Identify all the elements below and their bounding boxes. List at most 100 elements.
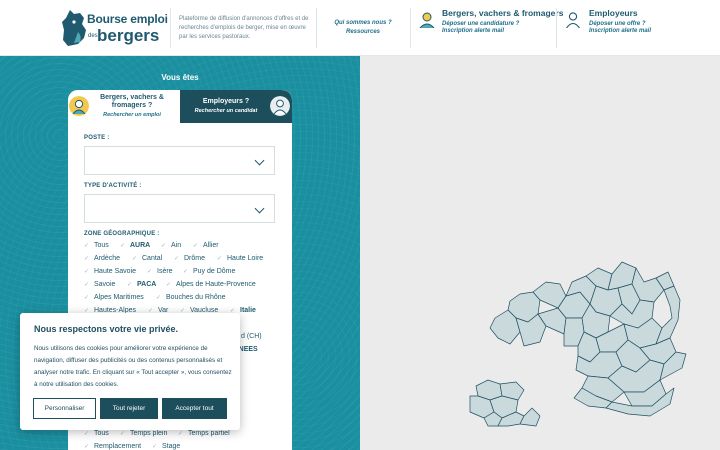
zone-checkbox-label: Savoie: [94, 281, 116, 288]
tab-bergers-subtitle: Rechercher un emploi: [103, 112, 161, 118]
check-icon: ✓: [193, 243, 199, 249]
check-icon: ✓: [84, 269, 90, 275]
zone-checkbox-alpes-hp[interactable]: ✓ Alpes de Haute-Provence: [166, 281, 256, 288]
header-divider: [410, 8, 411, 48]
zone-checkbox-label: Drôme: [184, 255, 206, 262]
tab-bergers-title: Bergers, vachers & fromagers ?: [100, 94, 164, 109]
site-tagline: Plateforme de diffusion d'annonces d'off…: [179, 16, 309, 40]
site-logo[interactable]: Bourse emploi des bergers: [60, 6, 168, 50]
check-icon: ✓: [120, 243, 126, 249]
zone-checkbox-allier[interactable]: ✓ Allier: [193, 242, 219, 249]
activite-select[interactable]: [84, 194, 275, 223]
check-icon: ✓: [156, 295, 162, 301]
check-icon: ✓: [217, 256, 223, 262]
header-employeurs-title: Employeurs: [589, 8, 638, 18]
regions-map[interactable]: [360, 56, 720, 450]
check-icon: ✓: [120, 431, 126, 437]
zone-checkbox-suisse[interactable]: d (CH): [241, 333, 262, 340]
zone-checkbox-label: Haute Savoie: [94, 268, 137, 275]
check-icon: ✓: [84, 282, 90, 288]
contract-checkbox-remplacement[interactable]: ✓ Remplacement: [84, 443, 141, 450]
zone-checkbox-paca[interactable]: ✓ PACA: [127, 281, 156, 288]
zone-checkbox-puy-de-dome[interactable]: ✓ Puy de Dôme: [183, 268, 235, 275]
poste-select[interactable]: [84, 146, 275, 175]
zone-checkbox-label: Italie: [240, 307, 256, 314]
site-header: Bourse emploi des bergers Plateforme de …: [0, 0, 720, 56]
zone-checkbox-label: Tous: [94, 242, 109, 249]
header-employeurs-alert-link[interactable]: Inscription alerte mail: [589, 28, 651, 34]
shepherd-avatar-icon: [69, 96, 89, 116]
header-divider: [316, 8, 317, 48]
check-icon: ✓: [84, 431, 90, 437]
header-bergers-title: Bergers, vachers & fromagers: [442, 8, 564, 18]
activite-label: TYPE D'ACTIVITÉ :: [84, 183, 142, 189]
contract-checkbox-label: Tous: [94, 430, 109, 437]
zone-label: ZONE GÉOGRAPHIQUE :: [84, 231, 160, 237]
zone-checkbox-bouches-rhone[interactable]: ✓ Bouches du Rhône: [156, 294, 226, 301]
zone-checkbox-alpes-maritimes[interactable]: ✓ Alpes Maritimes: [84, 294, 144, 301]
reject-all-cookies-button[interactable]: Tout rejeter: [100, 398, 158, 419]
tab-employeurs[interactable]: Employeurs ? Rechercher un candidat: [180, 90, 292, 123]
contract-checkbox-temps-partiel[interactable]: ✓ Temps partiel: [178, 430, 230, 437]
zone-checkbox-drome[interactable]: ✓ Drôme: [174, 255, 205, 262]
header-deposit-offer-link[interactable]: Déposer une offre ?: [589, 21, 651, 27]
shepherd-avatar-icon: [419, 12, 435, 28]
chevron-down-icon: [254, 203, 265, 214]
tab-bergers[interactable]: Bergers, vachers & fromagers ? Recherche…: [68, 90, 180, 123]
about-links: Qui sommes nous ? Ressources: [330, 19, 396, 37]
resources-link[interactable]: Ressources: [330, 28, 396, 37]
dog-logo-icon: [62, 10, 86, 46]
zone-checkbox-savoie[interactable]: ✓ Savoie: [84, 281, 115, 288]
contract-checkbox-label: Temps plein: [130, 430, 168, 437]
check-icon: ✓: [84, 243, 90, 249]
zone-checkbox-label: Ain: [171, 242, 182, 249]
cookie-description: Nous utilisons des cookies pour améliore…: [34, 345, 232, 388]
tab-employeurs-title: Employeurs ?: [202, 98, 250, 105]
cookie-consent-dialog: Nous respectons votre vie privée. Nous u…: [20, 313, 240, 430]
employer-avatar-icon: [270, 96, 290, 116]
zone-checkbox-label: Bouches du Rhône: [166, 294, 226, 301]
about-link[interactable]: Qui sommes nous ?: [330, 19, 396, 28]
header-bergers-group: Bergers, vachers & fromagers Déposer une…: [442, 8, 563, 34]
zone-checkbox-label: Alpes de Haute-Provence: [176, 281, 256, 288]
contract-checkbox-label: Stage: [162, 443, 181, 450]
check-icon: ✓: [84, 444, 90, 450]
zone-checkbox-aura[interactable]: ✓ AURA: [120, 242, 150, 249]
chevron-down-icon: [254, 155, 265, 166]
contract-checkbox-stage[interactable]: ✓ Stage: [152, 443, 180, 450]
zone-checkbox-label: AURA: [130, 242, 151, 249]
zone-checkbox-label: Haute Loire: [227, 255, 264, 262]
zone-checkbox-ardeche[interactable]: ✓ Ardèche: [84, 255, 120, 262]
customize-cookies-button[interactable]: Personnaliser: [33, 398, 96, 419]
zone-checkbox-label: Alpes Maritimes: [94, 294, 144, 301]
zone-checkbox-ain[interactable]: ✓ Ain: [161, 242, 181, 249]
zone-checkbox-haute-savoie[interactable]: ✓ Haute Savoie: [84, 268, 136, 275]
check-icon: ✓: [127, 282, 133, 288]
zone-checkbox-label: PACA: [137, 281, 157, 288]
check-icon: ✓: [183, 269, 189, 275]
zone-checkbox-label: d (CH): [241, 333, 262, 340]
employer-avatar-icon: [566, 12, 580, 28]
contract-checkbox-label: Temps partiel: [188, 430, 230, 437]
zone-checkbox-isere[interactable]: ✓ Isère: [147, 268, 173, 275]
zone-checkbox-label: Cantal: [142, 255, 163, 262]
header-bergers-alert-link[interactable]: Inscription alerte mail: [442, 28, 563, 34]
header-employeurs-group: Employeurs Déposer une offre ? Inscripti…: [589, 8, 651, 34]
accept-all-cookies-button[interactable]: Accepter tout: [162, 398, 227, 419]
header-divider: [556, 8, 557, 48]
zone-checkbox-tous[interactable]: ✓ Tous: [84, 242, 109, 249]
contract-checkbox-temps-plein[interactable]: ✓ Temps plein: [120, 430, 167, 437]
map-panel[interactable]: [360, 56, 720, 450]
contract-checkbox-tous[interactable]: ✓ Tous: [84, 430, 109, 437]
tab-employeurs-subtitle: Rechercher un candidat: [194, 108, 258, 114]
zone-checkbox-cantal[interactable]: ✓ Cantal: [132, 255, 162, 262]
check-icon: ✓: [84, 256, 90, 262]
check-icon: ✓: [178, 431, 184, 437]
zone-checkbox-haute-loire[interactable]: ✓ Haute Loire: [217, 255, 263, 262]
logo-text-line2: bergers: [97, 26, 160, 45]
check-icon: ✓: [152, 444, 158, 450]
check-icon: ✓: [174, 256, 180, 262]
search-heading: Vous êtes: [161, 73, 199, 82]
header-deposit-application-link[interactable]: Déposer une candidature ?: [442, 21, 563, 27]
header-divider: [170, 8, 171, 48]
